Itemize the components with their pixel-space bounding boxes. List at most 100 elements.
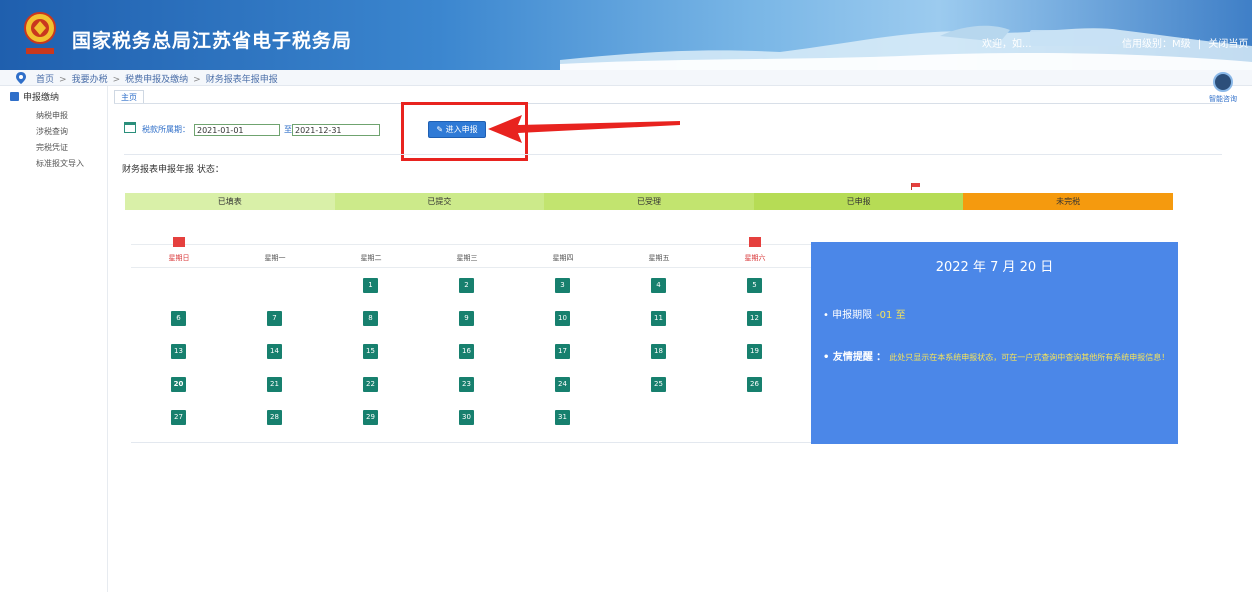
sidebar-item-tax-query[interactable]: 涉税查询 [36, 126, 68, 137]
deadline-line: • 申报期限 -01 至 [823, 306, 906, 321]
end-date-input[interactable] [292, 124, 380, 136]
info-panel: 2022 年 7 月 20 日 • 申报期限 -01 至 • 友情提醒 ： 此处只… [811, 242, 1178, 444]
status-bar: 已填表 已提交 已受理 已申报 未完税 [125, 193, 1173, 210]
calendar-day[interactable]: 26 [747, 377, 762, 392]
calendar-header: 星期日 星期一 星期二 星期三 星期四 星期五 星期六 [131, 237, 811, 268]
top-links-divider: | [1197, 39, 1202, 50]
weekday-label: 星期二 [360, 254, 382, 262]
smart-consult-widget[interactable]: 智能咨询 [1208, 72, 1238, 106]
calendar-bottom-line [131, 442, 811, 443]
credit-level-link[interactable]: 信用级别：M级 [1122, 39, 1191, 50]
friendly-reminder: • 友情提醒 ： 此处只显示在本系统申报状态，可在一户式查询中查询其他所有系统申… [823, 348, 1173, 367]
calendar-day[interactable]: 9 [459, 311, 474, 326]
calendar-day[interactable]: 7 [267, 311, 282, 326]
calendar-day[interactable]: 11 [651, 311, 666, 326]
calendar-day[interactable]: 28 [267, 410, 282, 425]
reminder-colon: ： [876, 352, 887, 363]
assistant-avatar-icon [1213, 72, 1233, 92]
calendar-day[interactable]: 8 [363, 311, 378, 326]
weekday-label: 星期四 [552, 254, 574, 262]
calendar-day[interactable]: 10 [555, 311, 570, 326]
period-label: 税款所属期： [142, 125, 190, 134]
calendar-day[interactable]: 1 [363, 278, 378, 293]
status-segment: 未完税 [963, 193, 1173, 210]
calendar: 星期日 星期一 星期二 星期三 星期四 星期五 星期六 1 2 3 4 5 6 7 8 9 10 11 12 13 1… [131, 237, 811, 443]
calendar-day[interactable]: 25 [651, 377, 666, 392]
reminder-label: • 友情提醒 [823, 352, 873, 363]
calendar-day[interactable]: 24 [555, 377, 570, 392]
calendar-day[interactable]: 23 [459, 377, 474, 392]
deadline-label: • 申报期限 [823, 310, 873, 321]
deadline-value: -01 至 [876, 310, 906, 321]
weekday-label: 星期日 [168, 254, 190, 262]
status-segment: 已受理 [544, 193, 754, 210]
calendar-day[interactable]: 12 [747, 311, 762, 326]
tab-home[interactable]: 主页 [114, 90, 144, 104]
weekend-flag-icon [749, 237, 761, 247]
breadcrumb-tax-affairs[interactable]: 我要办税 [72, 75, 108, 85]
sidebar-item-tax-filing[interactable]: 纳税申报 [36, 110, 68, 121]
calendar-day[interactable]: 27 [171, 410, 186, 425]
sidebar-item-tax-certificate[interactable]: 完税凭证 [36, 142, 68, 153]
calendar-day[interactable]: 14 [267, 344, 282, 359]
calendar-day[interactable]: 15 [363, 344, 378, 359]
weekday-label: 星期一 [264, 254, 286, 262]
calendar-day[interactable]: 13 [171, 344, 186, 359]
breadcrumb-current: 财务报表年报申报 [205, 75, 278, 85]
calendar-day[interactable]: 3 [555, 278, 570, 293]
calendar-day[interactable]: 5 [747, 278, 762, 293]
welcome-text: 欢迎，如... [982, 39, 1032, 50]
sidebar-heading[interactable]: 申报缴纳 [10, 90, 59, 103]
edit-icon: ✎ [436, 125, 444, 134]
calendar-day[interactable]: 18 [651, 344, 666, 359]
weekday-label: 星期三 [456, 254, 478, 262]
enter-filing-button[interactable]: ✎ 进入申报 [428, 121, 486, 138]
close-page-link[interactable]: 关闭当页 [1208, 39, 1248, 50]
form-divider [124, 154, 1222, 155]
tab-divider [114, 103, 1222, 104]
top-banner: 国家税务总局江苏省电子税务局 欢迎，如... 信用级别：M级 | 关闭当页 [0, 0, 1252, 70]
calendar-day[interactable]: 6 [171, 311, 186, 326]
calendar-day[interactable]: 21 [267, 377, 282, 392]
breadcrumb-home[interactable]: 首页 [36, 75, 54, 85]
sidebar-item-message-import[interactable]: 标准报文导入 [36, 158, 84, 169]
calendar-day[interactable]: 17 [555, 344, 570, 359]
calendar-day[interactable]: 19 [747, 344, 762, 359]
status-title: 财务报表申报年报 状态： [122, 165, 224, 175]
tax-emblem-icon [24, 12, 56, 54]
calendar-day[interactable]: 30 [459, 410, 474, 425]
status-segment: 已申报 [753, 193, 964, 210]
calendar-icon [124, 122, 136, 133]
breadcrumb: 首页 > 我要办税 > 税费申报及缴纳 > 财务报表年报申报 [36, 72, 278, 85]
enter-filing-label: 进入申报 [445, 125, 478, 134]
breadcrumb-separator: > [59, 75, 67, 85]
weekday-label: 星期五 [648, 254, 670, 262]
red-arrow-annotation [488, 115, 680, 143]
calendar-day[interactable]: 22 [363, 377, 378, 392]
sidebar-heading-label: 申报缴纳 [23, 93, 60, 103]
calendar-day[interactable]: 4 [651, 278, 666, 293]
weekday-label: 星期六 [744, 254, 766, 262]
menu-square-icon [10, 92, 19, 101]
site-title: 国家税务总局江苏省电子税务局 [72, 30, 353, 52]
to-label: 至 [284, 125, 292, 134]
calendar-day[interactable]: 31 [555, 410, 570, 425]
calendar-day[interactable]: 16 [459, 344, 474, 359]
flag-icon [911, 183, 920, 190]
breadcrumb-bar: 首页 > 我要办税 > 税费申报及缴纳 > 财务报表年报申报 [0, 70, 1252, 86]
reminder-text: 此处只显示在本系统申报状态，可在一户式查询中查询其他所有系统申报信息！ [889, 353, 1170, 362]
sidebar: 申报缴纳 纳税申报 涉税查询 完税凭证 标准报文导入 [0, 86, 108, 592]
calendar-day[interactable]: 29 [363, 410, 378, 425]
calendar-day[interactable]: 2 [459, 278, 474, 293]
weekend-flag-icon [173, 237, 185, 247]
breadcrumb-separator: > [193, 75, 201, 85]
calendar-day[interactable]: 20 [171, 377, 186, 392]
location-pin-icon [16, 72, 26, 84]
breadcrumb-filing[interactable]: 税费申报及缴纳 [125, 75, 188, 85]
current-date: 2022 年 7 月 20 日 [935, 260, 1054, 275]
top-links: 信用级别：M级 | 关闭当页 [1122, 35, 1248, 50]
status-segment: 已提交 [334, 193, 545, 210]
breadcrumb-separator: > [112, 75, 121, 85]
status-segment: 已填表 [125, 193, 335, 210]
start-date-input[interactable] [194, 124, 280, 136]
